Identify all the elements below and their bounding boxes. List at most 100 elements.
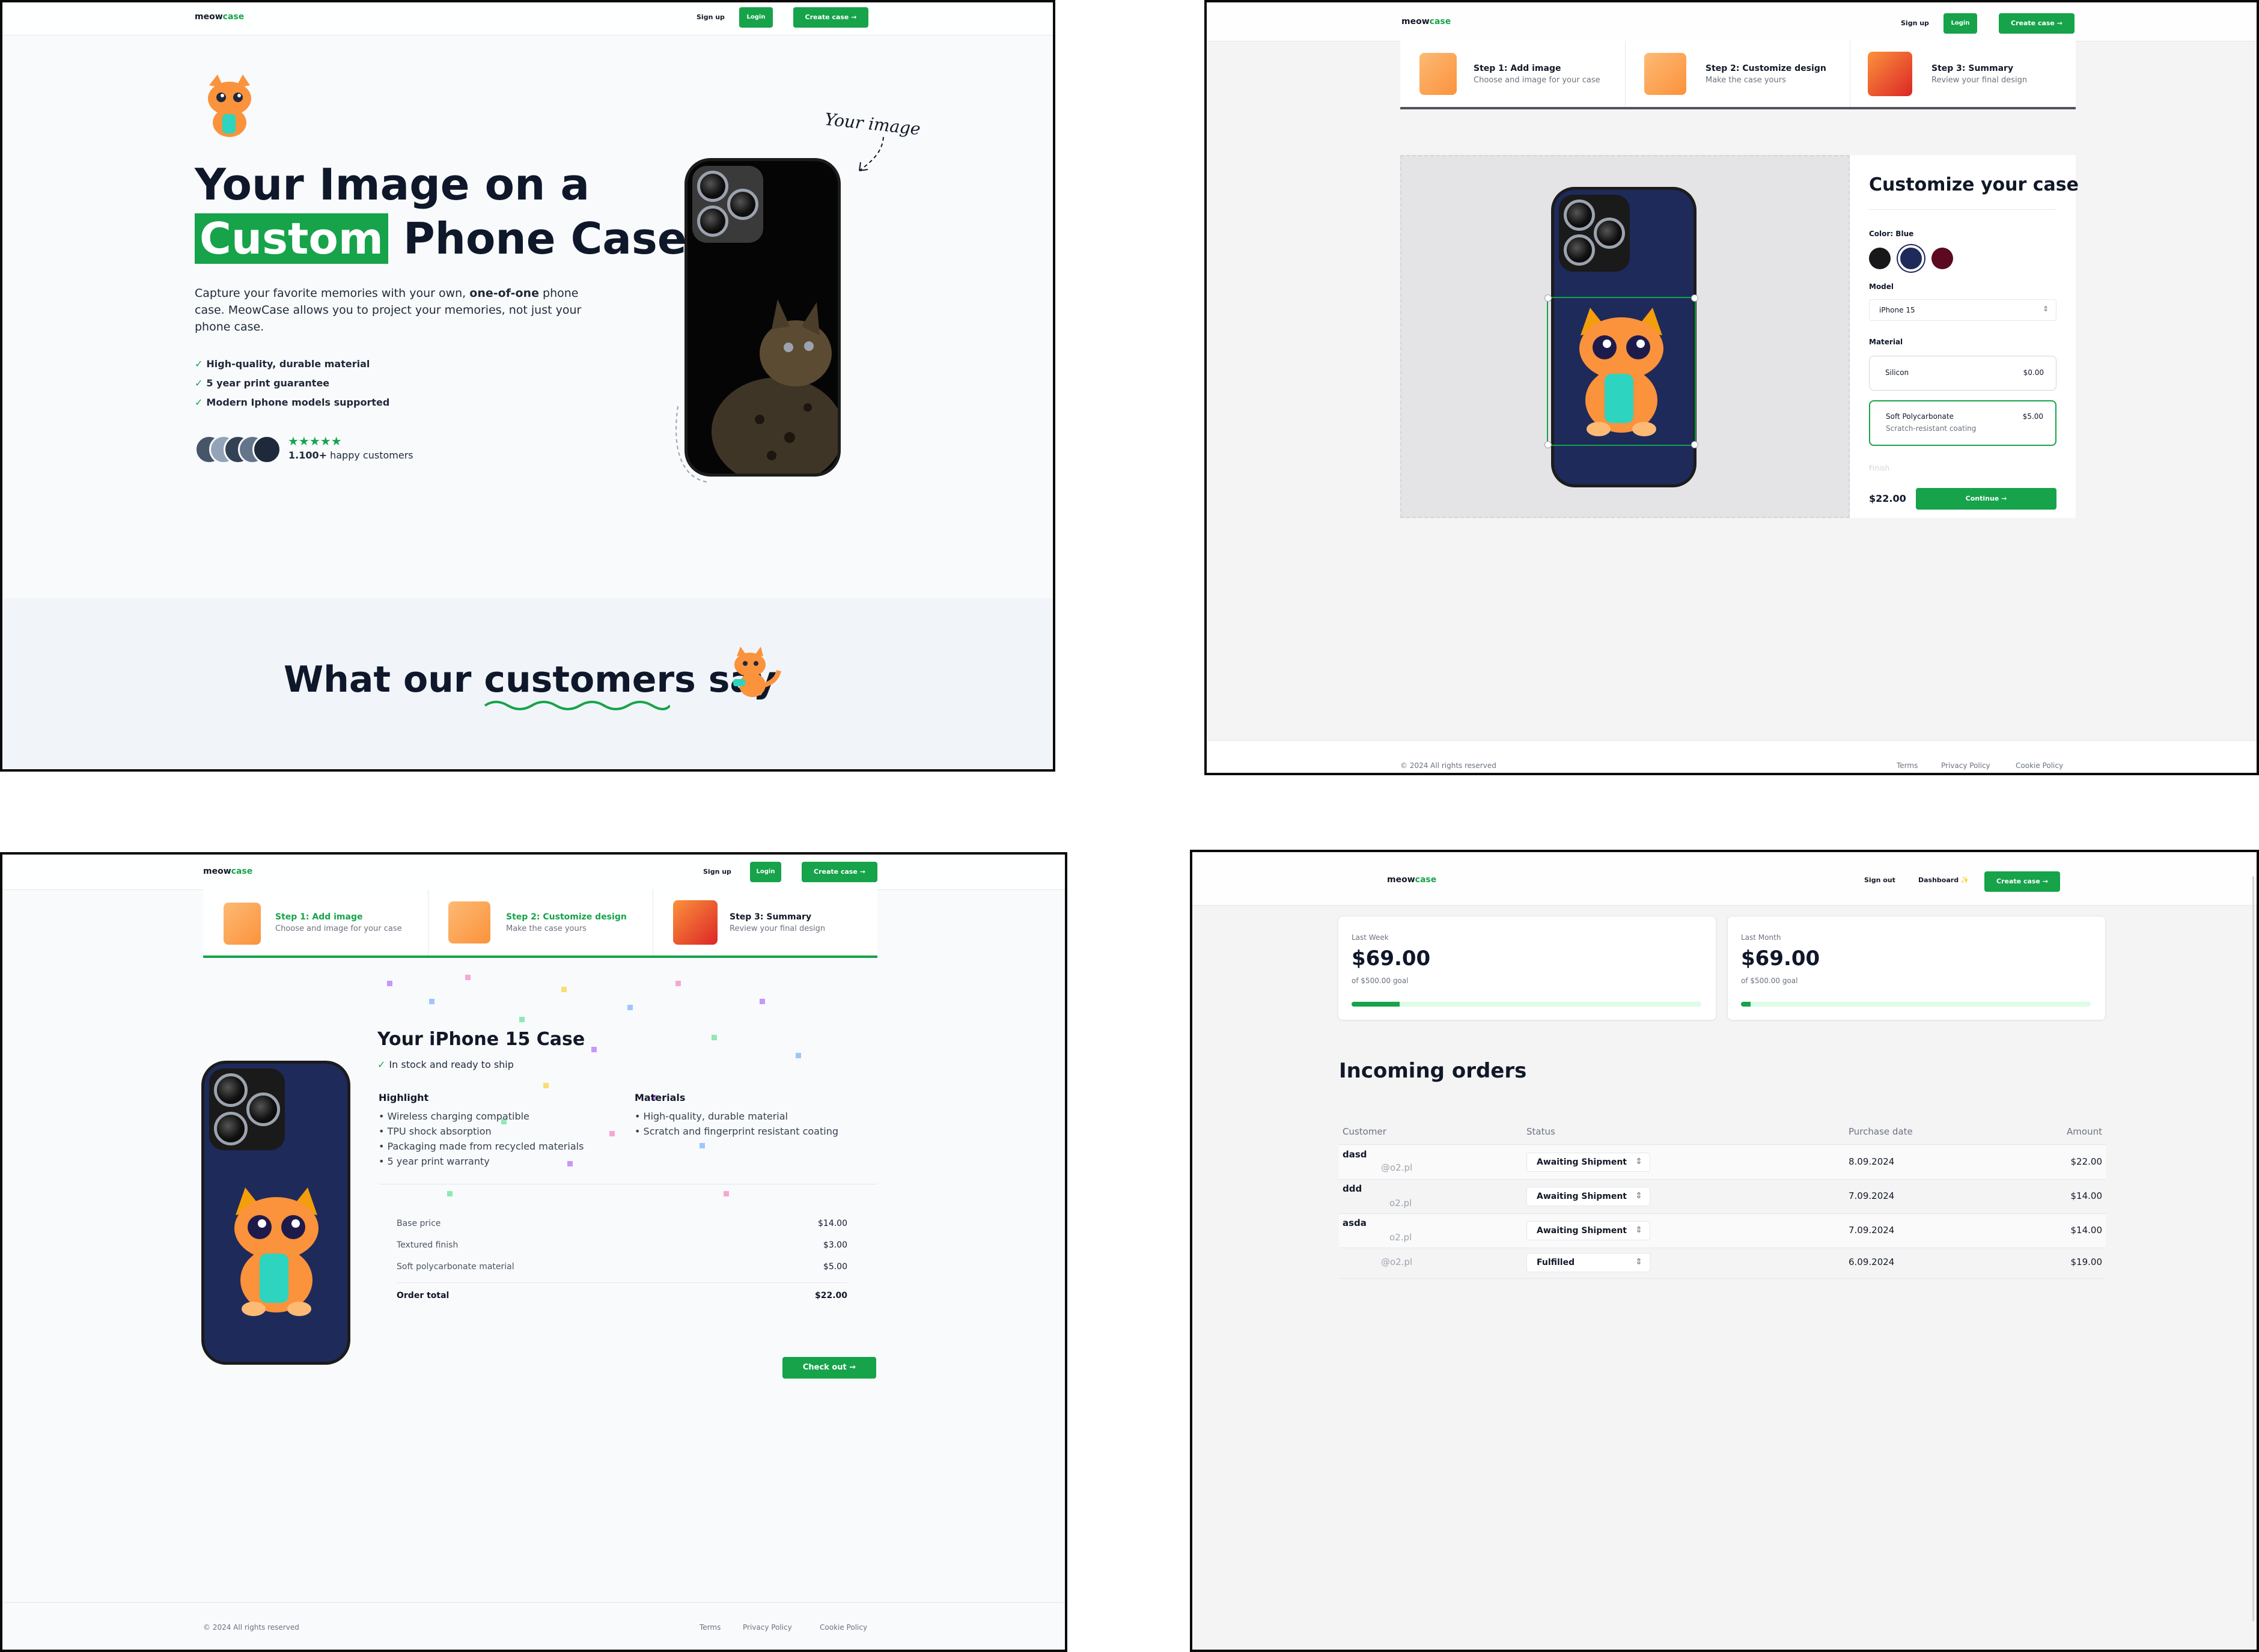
material-item: • High-quality, durable material bbox=[635, 1111, 788, 1122]
scrollbar[interactable] bbox=[2252, 876, 2254, 1621]
footer: © 2024 All rights reserved Terms Privacy… bbox=[1207, 740, 2257, 773]
customer-avatars bbox=[195, 435, 281, 464]
last-month-goal: of $500.00 goal bbox=[1741, 977, 1798, 985]
material-item: • Scratch and fingerprint resistant coat… bbox=[635, 1126, 838, 1137]
step-3-subtitle: Review your final design bbox=[1931, 76, 2028, 85]
camera-module bbox=[1559, 195, 1630, 272]
image-resize-frame[interactable] bbox=[1544, 294, 1698, 448]
color-swatch-black[interactable] bbox=[1869, 248, 1891, 269]
cat-running-image bbox=[733, 647, 781, 697]
model-select[interactable]: iPhone 15 ⇕ bbox=[1869, 299, 2056, 321]
material-option-polycarbonate[interactable]: Soft Polycarbonate Scratch-resistant coa… bbox=[1869, 400, 2056, 446]
create-case-button[interactable]: Create case → bbox=[802, 862, 877, 882]
arrow-right-icon: → bbox=[2042, 877, 2048, 885]
resize-handle[interactable] bbox=[1691, 294, 1698, 302]
last-week-value: $69.00 bbox=[1352, 946, 1431, 971]
chevron-updown-icon: ⇕ bbox=[1635, 1257, 1642, 1267]
table-row[interactable]: asda o2.pl Awaiting Shipment ⇕ 7.09.2024 … bbox=[1339, 1214, 2106, 1248]
logo[interactable]: meowcase bbox=[203, 867, 252, 876]
arrow-right-icon: → bbox=[2056, 19, 2062, 27]
signup-link[interactable]: Sign up bbox=[703, 868, 731, 876]
privacy-link[interactable]: Privacy Policy bbox=[1941, 761, 1990, 770]
table-row[interactable]: @o2.pl Fulfilled ⇕ 6.09.2024 $19.00 bbox=[1339, 1248, 2106, 1278]
table-row[interactable]: ddd o2.pl Awaiting Shipment ⇕ 7.09.2024 $… bbox=[1339, 1180, 2106, 1213]
column-header-purchase-date: Purchase date bbox=[1849, 1126, 1913, 1137]
design-total-price: $22.00 bbox=[1869, 493, 1906, 504]
arrow-right-icon: → bbox=[849, 1363, 856, 1372]
navbar: meowcase Sign up Login Create case → bbox=[2, 2, 1053, 35]
step-2-subtitle: Make the case yours bbox=[506, 924, 587, 933]
resize-handle[interactable] bbox=[1691, 441, 1698, 448]
check-icon: ✓ bbox=[195, 397, 203, 408]
price-label: Soft polycarbonate material bbox=[397, 1262, 514, 1272]
create-case-button[interactable]: Create case → bbox=[1999, 13, 2075, 34]
privacy-link[interactable]: Privacy Policy bbox=[743, 1623, 792, 1632]
login-button[interactable]: Login bbox=[750, 862, 781, 882]
wavy-underline bbox=[484, 701, 671, 710]
step-3-thumbnail bbox=[673, 900, 718, 945]
material-option-silicon[interactable]: Silicon $0.00 bbox=[1869, 356, 2056, 391]
cat-with-phone-image bbox=[1579, 308, 1663, 436]
orders-title: Incoming orders bbox=[1339, 1059, 1527, 1083]
logo[interactable]: meowcase bbox=[195, 12, 244, 22]
progress-fill bbox=[1741, 1002, 1751, 1007]
status-select[interactable]: Awaiting Shipment ⇕ bbox=[1526, 1187, 1650, 1206]
table-row[interactable]: dasd @o2.pl Awaiting Shipment ⇕ 8.09.2024… bbox=[1339, 1145, 2106, 1179]
copyright-text: © 2024 All rights reserved bbox=[203, 1623, 299, 1632]
copyright-text: © 2024 All rights reserved bbox=[1400, 761, 1496, 770]
arrow-right-icon: → bbox=[851, 13, 857, 21]
login-button[interactable]: Login bbox=[739, 7, 773, 28]
last-month-label: Last Month bbox=[1741, 933, 1781, 942]
camera-module bbox=[209, 1068, 285, 1150]
last-week-card: Last Week $69.00 of $500.00 goal bbox=[1338, 916, 1716, 1020]
customer-name: asda bbox=[1343, 1218, 1367, 1228]
testimonials-section: What our customers say bbox=[2, 599, 1053, 769]
status-select[interactable]: Awaiting Shipment ⇕ bbox=[1526, 1221, 1650, 1240]
price-label: Base price bbox=[397, 1219, 441, 1228]
column-header-customer: Customer bbox=[1343, 1126, 1386, 1137]
step-1-title: Step 1: Add image bbox=[275, 912, 363, 922]
chevron-updown-icon: ⇕ bbox=[1635, 1191, 1642, 1201]
cat-with-phone-image bbox=[234, 1187, 319, 1316]
hero-description: Capture your favorite memories with your… bbox=[195, 287, 582, 334]
customize-heading: Customize your case bbox=[1869, 174, 2079, 195]
resize-handle[interactable] bbox=[1544, 294, 1552, 302]
last-month-card: Last Month $69.00 of $500.00 goal bbox=[1727, 916, 2106, 1020]
step-3-subtitle: Review your final design bbox=[730, 924, 826, 933]
summary-panel: meowcase Sign up Login Create case → Ste… bbox=[0, 852, 1067, 1652]
feature-item: ✓ 5 year print guarantee bbox=[195, 374, 389, 393]
steps-bar: Step 1: Add image Choose and image for y… bbox=[203, 889, 877, 958]
color-swatch-blue[interactable] bbox=[1898, 245, 1924, 272]
signup-link[interactable]: Sign up bbox=[697, 13, 725, 21]
color-swatch-rose[interactable] bbox=[1931, 248, 1953, 269]
terms-link[interactable]: Terms bbox=[700, 1623, 721, 1632]
last-month-progress-bar bbox=[1741, 1002, 2091, 1007]
dashboard-link[interactable]: Dashboard ✨ bbox=[1918, 876, 1969, 884]
status-select[interactable]: Awaiting Shipment ⇕ bbox=[1526, 1153, 1650, 1172]
cookie-link[interactable]: Cookie Policy bbox=[2016, 761, 2063, 770]
login-button[interactable]: Login bbox=[1943, 13, 1977, 34]
resize-handle[interactable] bbox=[1544, 441, 1552, 448]
design-canvas[interactable] bbox=[1400, 155, 1850, 518]
highlight-item: • 5 year print warranty bbox=[379, 1156, 490, 1167]
create-case-button[interactable]: Create case → bbox=[793, 7, 868, 28]
create-case-button[interactable]: Create case → bbox=[1984, 871, 2060, 892]
cookie-link[interactable]: Cookie Policy bbox=[820, 1623, 867, 1632]
logo[interactable]: meowcase bbox=[1401, 17, 1451, 26]
checkout-button[interactable]: Check out → bbox=[782, 1357, 876, 1379]
arrow-right-icon: → bbox=[859, 868, 865, 876]
status-select[interactable]: Fulfilled ⇕ bbox=[1526, 1253, 1650, 1272]
check-icon: ✓ bbox=[195, 358, 203, 370]
logo[interactable]: meowcase bbox=[1387, 875, 1436, 885]
step-3-title: Step 3: Summary bbox=[1931, 64, 2014, 73]
chevron-updown-icon: ⇕ bbox=[1635, 1157, 1642, 1166]
continue-button[interactable]: Continue → bbox=[1916, 488, 2056, 510]
progress-fill bbox=[1352, 1002, 1400, 1007]
terms-link[interactable]: Terms bbox=[1897, 761, 1918, 770]
feature-item: ✓ High-quality, durable material bbox=[195, 355, 389, 374]
step-1-thumbnail bbox=[1419, 53, 1457, 95]
price-value: $5.00 bbox=[823, 1262, 847, 1272]
signout-link[interactable]: Sign out bbox=[1864, 876, 1895, 884]
signup-link[interactable]: Sign up bbox=[1901, 19, 1929, 27]
step-2: Step 2: Customize design Make the case y… bbox=[1625, 41, 1850, 107]
